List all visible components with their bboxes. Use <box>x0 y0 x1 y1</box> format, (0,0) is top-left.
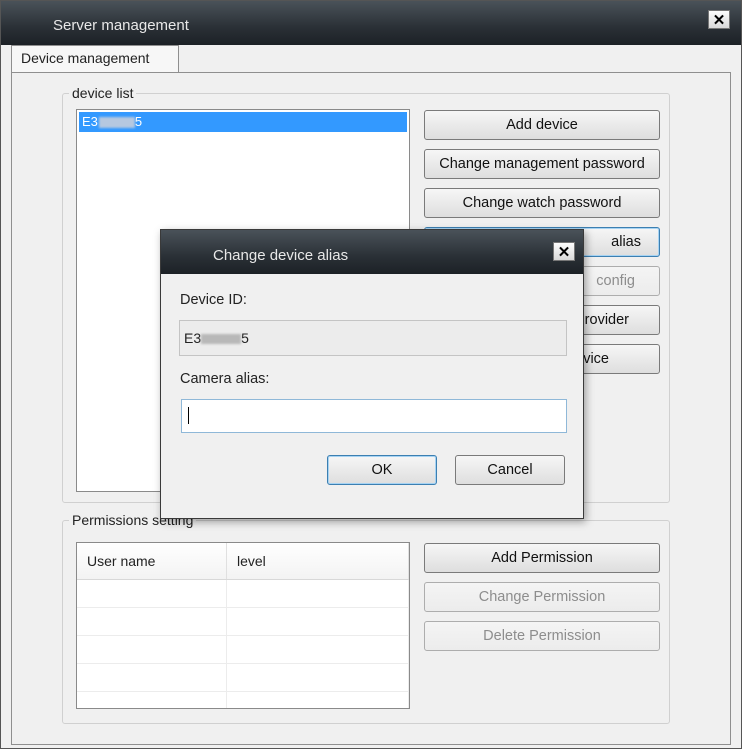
table-cell <box>226 635 409 664</box>
cancel-button[interactable]: Cancel <box>455 455 565 485</box>
device-id-label: Device ID: <box>180 292 247 308</box>
table-cell <box>226 663 409 692</box>
close-icon: ✕ <box>557 243 571 261</box>
device-id-field: E3 5 <box>179 320 567 356</box>
column-header-user-name[interactable]: User name <box>77 543 227 580</box>
table-row[interactable] <box>77 635 409 664</box>
change-management-password-button[interactable]: Change management password <box>424 149 660 179</box>
device-id-suffix: 5 <box>134 114 143 129</box>
add-permission-button[interactable]: Add Permission <box>424 543 660 573</box>
delete-permission-button[interactable]: Delete Permission <box>424 621 660 651</box>
table-cell <box>77 663 227 692</box>
dialog-titlebar[interactable]: Change device alias ✕ <box>161 230 583 274</box>
change-watch-password-button[interactable]: Change watch password <box>424 188 660 218</box>
ok-button[interactable]: OK <box>327 455 437 485</box>
table-cell <box>77 691 227 708</box>
add-device-button[interactable]: Add device <box>424 110 660 140</box>
dialog-title: Change device alias <box>213 247 349 264</box>
device-id-prefix: E3 <box>82 114 98 129</box>
close-icon: ✕ <box>712 11 726 29</box>
camera-alias-input[interactable] <box>181 399 567 433</box>
permissions-table[interactable]: User name level <box>76 542 410 709</box>
window-title: Server management <box>53 17 189 34</box>
change-device-alias-dialog: Change device alias ✕ Device ID: E3 5 Cam… <box>160 229 584 519</box>
table-cell <box>77 635 227 664</box>
window-titlebar[interactable]: Server management ✕ <box>1 1 741 45</box>
table-row[interactable] <box>77 691 409 708</box>
device-list-label: device list <box>69 85 137 101</box>
table-cell <box>77 607 227 636</box>
dialog-close-button[interactable]: ✕ <box>553 242 575 261</box>
column-header-level[interactable]: level <box>226 543 409 580</box>
table-row[interactable] <box>77 607 409 636</box>
device-id-prefix: E3 <box>184 330 202 346</box>
table-cell <box>77 579 227 608</box>
text-caret <box>188 407 189 424</box>
server-management-window: Server management ✕ Device management de… <box>0 0 742 749</box>
list-item[interactable]: E3 5 <box>79 112 407 132</box>
table-row[interactable] <box>77 579 409 608</box>
table-cell <box>226 607 409 636</box>
table-row[interactable] <box>77 663 409 692</box>
window-close-button[interactable]: ✕ <box>708 10 730 29</box>
device-id-suffix: 5 <box>241 330 249 346</box>
change-permission-button[interactable]: Change Permission <box>424 582 660 612</box>
tab-device-management[interactable]: Device management <box>11 45 179 73</box>
camera-alias-label: Camera alias: <box>180 371 270 387</box>
table-cell <box>226 579 409 608</box>
table-cell <box>226 691 409 708</box>
redacted-mark <box>201 334 242 345</box>
redacted-mark <box>98 117 135 129</box>
